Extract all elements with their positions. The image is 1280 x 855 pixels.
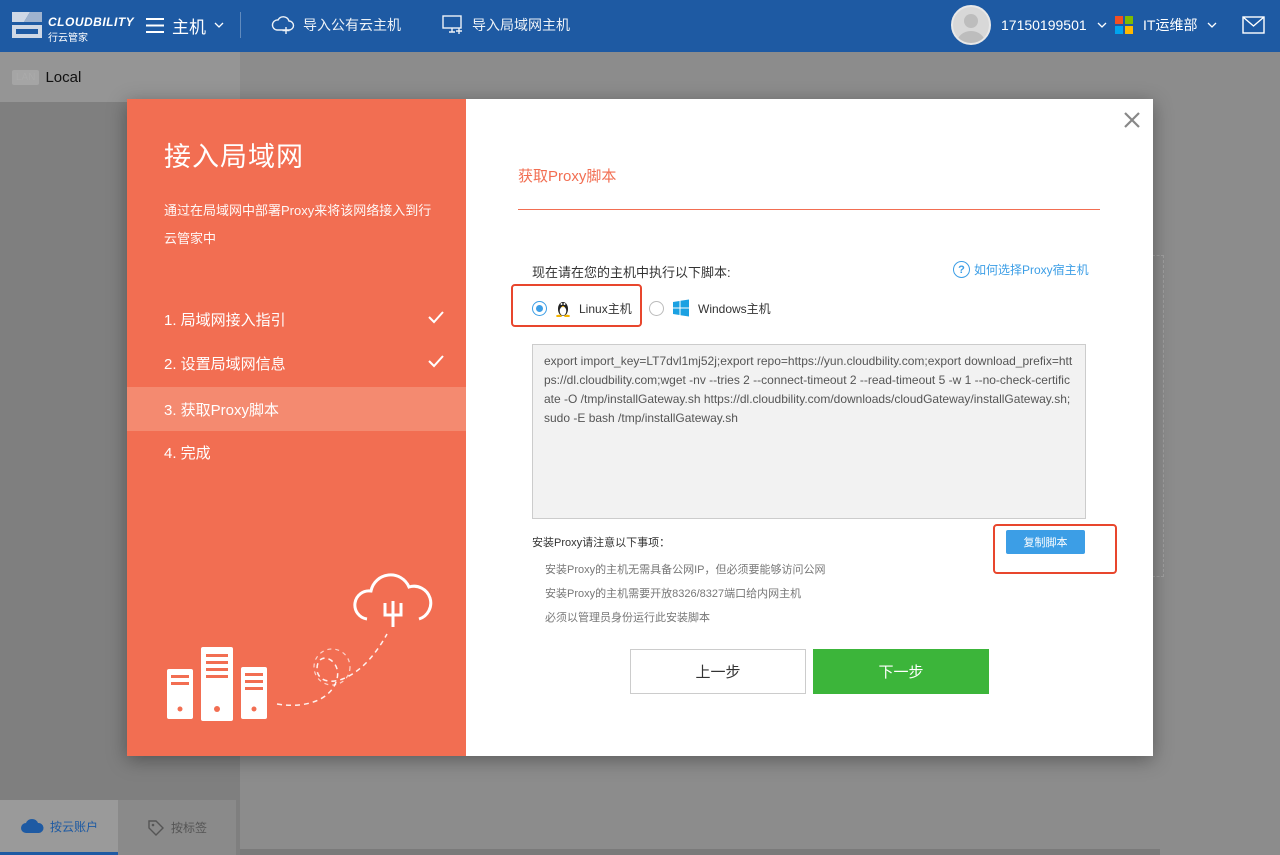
tag-icon: [148, 819, 164, 836]
wizard-step-label: 1. 局域网接入指引: [164, 311, 286, 329]
sidebar-bottom-tabs: 按云账户 按标签: [0, 800, 240, 855]
check-icon: [428, 311, 444, 324]
linux-radio[interactable]: [532, 300, 547, 316]
windows-host-label: Windows主机: [698, 301, 771, 316]
wizard-step-label: 4. 完成: [164, 444, 211, 462]
nav-divider: [240, 12, 241, 38]
chevron-down-icon: [214, 22, 224, 28]
modal-title: 接入局域网: [164, 142, 304, 172]
windows-logo-icon: [673, 299, 689, 317]
script-instruction: 现在请在您的主机中执行以下脚本:: [532, 265, 731, 280]
wizard-step-4: 4. 完成: [127, 430, 466, 474]
linux-host-option[interactable]: Linux主机: [532, 299, 632, 317]
cloud-icon: [20, 819, 44, 833]
sidebar-item-label: Local: [45, 68, 82, 86]
previous-step-button[interactable]: 上一步: [630, 649, 806, 694]
avatar: [951, 5, 991, 45]
help-icon: ?: [953, 261, 970, 278]
import-lan-host-label: 导入局域网主机: [472, 17, 570, 33]
lan-badge: LAN: [12, 69, 40, 85]
wizard-step-label: 3. 获取Proxy脚本: [164, 401, 280, 419]
close-icon[interactable]: [1121, 109, 1143, 131]
section-divider: [518, 209, 1100, 210]
mail-icon[interactable]: [1242, 16, 1265, 34]
tab-tag-label: 按标签: [170, 821, 207, 835]
notes-title: 安装Proxy请注意以下事项：: [532, 537, 671, 549]
linux-host-label: Linux主机: [579, 301, 632, 316]
hamburger-icon: [146, 18, 164, 33]
tab-tag[interactable]: 按标签: [118, 800, 236, 855]
host-menu-label: 主机: [172, 18, 206, 37]
import-lan-host-link[interactable]: 导入局域网主机: [442, 15, 570, 35]
brand-logo[interactable]: CLOUDBILITY 行云管家: [10, 8, 134, 44]
windows-logo-icon: [1115, 16, 1133, 34]
monitor-add-icon: [442, 15, 462, 34]
background-dashed-card: [1152, 255, 1164, 577]
check-icon: [428, 355, 444, 368]
tab-cloud-account[interactable]: 按云账户: [0, 800, 118, 855]
note-item: 安装Proxy的主机需要开放8326/8327端口给内网主机: [545, 588, 802, 600]
linux-penguin-icon: [556, 302, 570, 317]
wizard-step-3: 3. 获取Proxy脚本: [127, 387, 466, 431]
wizard-step-2: 2. 设置局域网信息: [127, 341, 466, 385]
horizontal-scrollbar[interactable]: [240, 849, 1160, 855]
wizard-content-panel: 获取Proxy脚本 现在请在您的主机中执行以下脚本: ? 如何选择Proxy宿主…: [466, 99, 1153, 756]
section-title: 获取Proxy脚本: [518, 168, 617, 185]
logo-text-cn: 行云管家: [48, 33, 88, 44]
import-public-cloud-link[interactable]: 导入公有云主机: [271, 15, 401, 35]
host-menu[interactable]: 主机: [146, 13, 224, 38]
chevron-down-icon: [1207, 22, 1217, 28]
top-navbar: CLOUDBILITY 行云管家 主机 导入公有云主机 导入局域网主机 1715…: [0, 0, 1280, 52]
note-item: 安装Proxy的主机无需具备公网IP，但必须要能够访问公网: [545, 564, 826, 576]
modal-description: 通过在局域网中部署Proxy来将该网络接入到行云管家中: [164, 203, 432, 246]
cloudbility-logo-icon: [12, 12, 42, 38]
wizard-step-1: 1. 局域网接入指引: [127, 297, 466, 341]
user-avatar-icon: [957, 14, 985, 43]
servers-cloud-illustration: [167, 573, 433, 721]
org-menu[interactable]: IT运维部: [1115, 15, 1217, 35]
username: 17150199501: [1001, 17, 1087, 33]
windows-host-option[interactable]: Windows主机: [649, 299, 771, 317]
wizard-step-label: 2. 设置局域网信息: [164, 355, 286, 373]
sidebar-item-local[interactable]: LAN Local: [0, 52, 240, 102]
import-public-cloud-label: 导入公有云主机: [303, 17, 401, 33]
org-name: IT运维部: [1143, 17, 1198, 33]
windows-radio[interactable]: [649, 300, 664, 316]
proxy-host-help-link[interactable]: ? 如何选择Proxy宿主机: [953, 261, 1089, 278]
logo-text-en: CLOUDBILITY: [48, 15, 135, 29]
user-menu[interactable]: 17150199501: [951, 5, 1107, 45]
proxy-script-textarea[interactable]: export import_key=LT7dvl1mj52j;export re…: [532, 344, 1086, 519]
lan-access-modal: 接入局域网 通过在局域网中部署Proxy来将该网络接入到行云管家中 1. 局域网…: [127, 99, 1153, 756]
note-item: 必须以管理员身份运行此安装脚本: [545, 612, 710, 624]
copy-script-button[interactable]: 复制脚本: [1006, 530, 1085, 554]
tab-cloud-account-label: 按云账户: [49, 819, 98, 834]
chevron-down-icon: [1097, 22, 1107, 28]
help-link-label: 如何选择Proxy宿主机: [974, 263, 1089, 277]
next-step-button[interactable]: 下一步: [813, 649, 989, 694]
wizard-steps-panel: 接入局域网 通过在局域网中部署Proxy来将该网络接入到行云管家中 1. 局域网…: [127, 99, 466, 756]
cloud-add-icon: [271, 16, 295, 34]
